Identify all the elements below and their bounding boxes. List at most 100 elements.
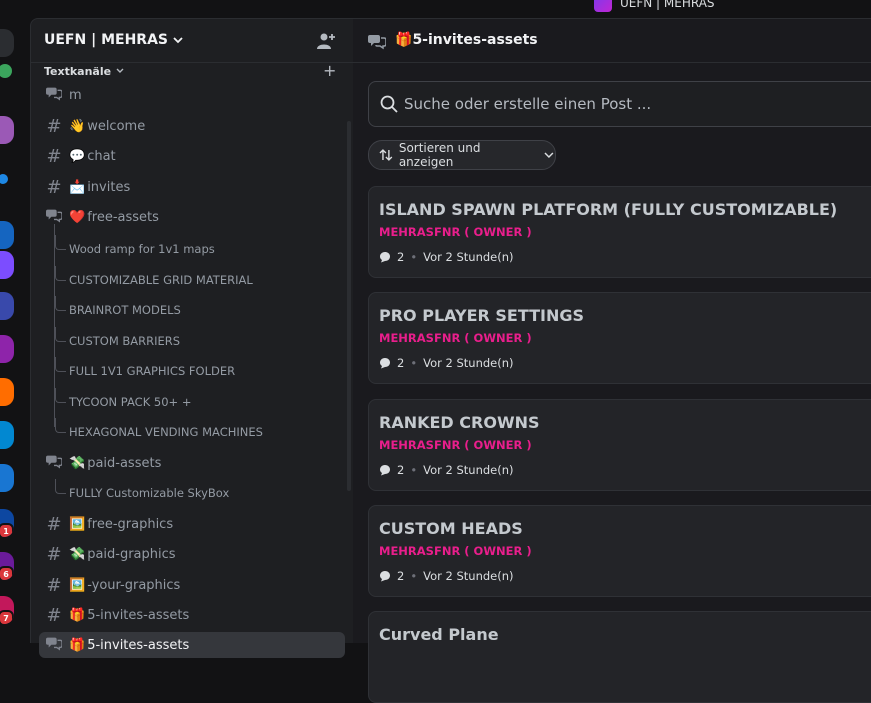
server-icon[interactable] [0,174,8,184]
add-channel-icon[interactable]: + [323,61,336,80]
server-icon[interactable] [0,251,14,279]
reply-count: 2 [397,250,405,264]
server-icon[interactable] [0,292,14,320]
server-icon[interactable]: 6 [0,552,14,580]
hash-icon: # [46,115,62,137]
category-textkanaele[interactable]: Textkanäle [44,63,344,79]
channel-label: paid-graphics [87,546,176,562]
channel-item[interactable]: ❤️ free-assets [39,204,345,230]
channel-item[interactable]: # 💸 paid-graphics [39,541,345,567]
sort-button[interactable]: Sortieren und anzeigen [368,140,556,170]
channel-label: chat [87,148,116,164]
hash-icon: # [46,604,62,626]
post-author[interactable]: MEHRASFNR ( OWNER ) [379,225,532,239]
server-icon[interactable] [0,378,14,406]
server-icon [594,0,612,12]
server-icon[interactable] [0,421,14,449]
channel-label: free-graphics [87,516,174,532]
post-meta: 2 • Vor 2 Stunde(n) [379,356,514,370]
server-icon[interactable] [0,221,14,249]
category-label: Textkanäle [44,64,112,78]
channel-emoji: 👋 [69,118,86,134]
server-icon[interactable] [0,335,14,363]
hash-icon: # [46,176,62,198]
forum-icon [368,35,386,50]
channel-item[interactable]: # 👋 welcome [39,113,345,139]
thread-label: CUSTOMIZABLE GRID MATERIAL [69,273,253,287]
post-author[interactable]: MEHRASFNR ( OWNER ) [379,331,532,345]
forum-post-card[interactable]: RANKED CROWNS MEHRASFNR ( OWNER ) 2 • Vor 2 … [368,399,871,491]
post-meta: 2 • Vor 2 Stunde(n) [379,250,514,264]
thread-item[interactable]: CUSTOM BARRIERS [55,327,341,352]
sort-label: Sortieren und anzeigen [398,141,481,169]
channel-item[interactable]: # 📩 invites [39,174,345,200]
thread-label: FULL 1V1 GRAPHICS FOLDER [69,364,236,378]
thread-connector [55,266,66,281]
thread-item[interactable]: FULLY Customizable SkyBox [55,479,341,504]
server-icon[interactable] [0,116,14,144]
server-icon[interactable] [0,464,14,492]
hash-icon: # [46,145,62,167]
channel-label: invites [87,179,131,195]
channel-item[interactable]: m [39,82,345,108]
message-icon [380,571,390,582]
channel-item[interactable]: # 🖼️ free-graphics [39,511,345,537]
thread-item[interactable]: CUSTOMIZABLE GRID MATERIAL [55,266,341,291]
forum-post-card[interactable]: Curved Plane [368,611,871,703]
thread-connector [55,479,66,494]
thread-item[interactable]: FULL 1V1 GRAPHICS FOLDER [55,357,341,382]
forum-post-card[interactable]: ISLAND SPAWN PLATFORM (FULLY CUSTOMIZABL… [368,186,871,278]
forum-title-text: 5-invites-assets [412,32,538,48]
post-author[interactable]: MEHRASFNR ( OWNER ) [379,544,532,558]
reply-count: 2 [397,569,405,583]
thread-item[interactable]: BRAINROT MODELS [55,296,341,321]
channel-label: 5-invites-assets [87,607,190,623]
post-title: CUSTOM HEADS [379,519,523,538]
channel-item[interactable]: # 💬 chat [39,143,345,169]
server-icon[interactable] [0,29,14,57]
channel-item[interactable]: 💸 paid-assets [39,450,345,476]
server-icon[interactable]: 7 [0,596,14,624]
add-member-icon[interactable] [316,31,336,51]
post-author[interactable]: MEHRASFNR ( OWNER ) [379,438,532,452]
separator-dot: • [410,569,418,583]
post-time: Vor 2 Stunde(n) [423,356,514,370]
channel-label: 5-invites-assets [87,637,190,653]
message-icon [380,252,390,263]
forum-icon [43,453,65,474]
channel-item[interactable]: # 🎁 5-invites-assets [39,602,345,628]
channel-emoji: 📩 [69,179,86,195]
sidebar-scrollbar[interactable] [347,121,351,491]
forum-icon [43,635,65,656]
window-title-text: UEFN | MEHRAS [620,0,715,10]
thread-item[interactable]: Wood ramp for 1v1 maps [55,235,341,260]
forum-post-card[interactable]: CUSTOM HEADS MEHRASFNR ( OWNER ) 2 • Vor 2 S… [368,505,871,597]
thread-item[interactable]: TYCOON PACK 50+ + [55,388,341,413]
thread-connector [55,327,66,342]
thread-label: FULLY Customizable SkyBox [69,486,230,500]
server-rail: 1 6 7 [0,18,30,642]
channel-item[interactable]: # 🖼️ -your-graphics [39,572,345,598]
chevron-down-icon [544,152,554,159]
thread-connector [55,235,66,250]
thread-item[interactable]: HEXAGONAL VENDING MACHINES [55,418,341,443]
channel-label: paid-assets [87,455,162,471]
guild-header[interactable]: UEFN | MEHRAS [31,19,354,63]
notification-badge: 1 [0,523,14,537]
post-search-input[interactable]: Suche oder erstelle einen Post ... [368,81,871,127]
server-icon[interactable] [0,64,12,78]
thread-connector [55,418,66,433]
channel-emoji: 💬 [69,148,86,164]
server-icon[interactable]: 1 [0,509,14,537]
separator-dot: • [410,356,418,370]
channel-item-active[interactable]: 🎁 5-invites-assets [39,632,345,658]
channel-label: welcome [87,118,146,134]
forum-post-card[interactable]: PRO PLAYER SETTINGS MEHRASFNR ( OWNER ) 2 •… [368,292,871,384]
channel-sidebar: UEFN | MEHRAS Textkanäle + m # 👋 welcome # 💬 c… [30,18,354,658]
guild-name[interactable]: UEFN | MEHRAS [44,32,184,48]
thread-label: CUSTOM BARRIERS [69,334,181,348]
post-time: Vor 2 Stunde(n) [423,250,514,264]
channel-emoji: 💸 [69,546,86,562]
thread-connector [55,296,66,311]
hash-icon: # [46,513,62,535]
